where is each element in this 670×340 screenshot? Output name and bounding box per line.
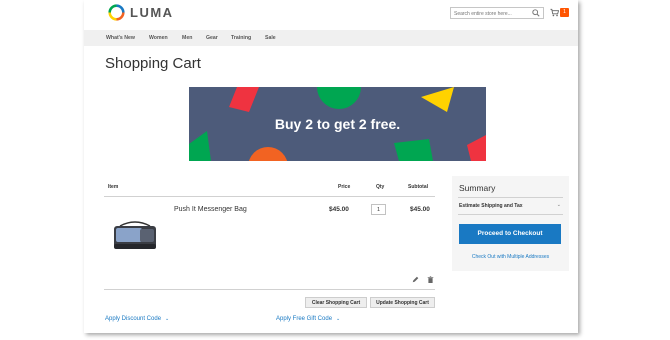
page-title: Shopping Cart xyxy=(105,55,201,72)
nav-item-women[interactable]: Women xyxy=(149,30,168,46)
header: LUMA 1 xyxy=(84,0,578,30)
nav-item-training[interactable]: Training xyxy=(231,30,251,46)
main-nav: What's New Women Men Gear Training Sale xyxy=(84,30,578,46)
cart-summary: Summary Estimate Shipping and Tax ⌄ Proc… xyxy=(452,176,569,271)
banner-shape-yellow xyxy=(421,87,454,112)
nav-item-sale[interactable]: Sale xyxy=(265,30,276,46)
search-icon[interactable] xyxy=(532,9,540,17)
col-header-qty: Qty xyxy=(376,184,385,190)
logo[interactable]: LUMA xyxy=(108,4,174,21)
minicart[interactable]: 1 xyxy=(550,7,570,19)
multi-address-checkout-link[interactable]: Check Out with Multiple Addresses xyxy=(452,254,569,260)
col-header-subtotal: Subtotal xyxy=(408,184,428,190)
summary-divider-bottom xyxy=(458,214,563,215)
table-bottom-divider xyxy=(104,289,435,290)
cart-icon[interactable] xyxy=(550,8,559,17)
search-box[interactable] xyxy=(450,7,544,19)
summary-divider-top xyxy=(458,197,563,198)
discount-code-label: Apply Discount Code xyxy=(105,316,162,322)
banner-shape-green-left xyxy=(189,131,211,161)
banner-shape-orange xyxy=(248,147,288,161)
product-image[interactable] xyxy=(110,220,160,252)
estimate-shipping-toggle[interactable]: Estimate Shipping and Tax xyxy=(459,203,523,209)
chevron-down-icon[interactable]: ⌄ xyxy=(557,202,561,208)
banner-text: Buy 2 to get 2 free. xyxy=(274,116,401,132)
edit-icon[interactable] xyxy=(412,276,419,283)
update-cart-button[interactable]: Update Shopping Cart xyxy=(370,297,435,308)
col-header-price: Price xyxy=(338,184,351,190)
gift-code-label: Apply Free Gift Code xyxy=(276,316,333,322)
gift-code-toggle[interactable]: Apply Free Gift Code ⌄ xyxy=(276,316,340,322)
banner-shape-green-top xyxy=(317,87,361,109)
qty-input[interactable]: 1 xyxy=(371,204,386,215)
product-name[interactable]: Push It Messenger Bag xyxy=(174,206,247,213)
search-input[interactable] xyxy=(451,8,535,19)
chevron-down-icon: ⌄ xyxy=(165,316,170,322)
proceed-to-checkout-button[interactable]: Proceed to Checkout xyxy=(459,224,561,244)
banner-shape-red-right xyxy=(467,135,486,161)
trash-icon[interactable] xyxy=(427,276,434,283)
clear-cart-button[interactable]: Clear Shopping Cart xyxy=(305,297,367,308)
logo-text: LUMA xyxy=(130,5,174,20)
summary-title: Summary xyxy=(459,183,496,193)
cart-count-badge: 1 xyxy=(560,8,569,17)
discount-code-toggle[interactable]: Apply Discount Code ⌄ xyxy=(105,316,169,322)
nav-item-men[interactable]: Men xyxy=(182,30,192,46)
luma-logo-icon xyxy=(108,4,125,21)
page-frame: LUMA 1 What's New Women Men Gear Trainin… xyxy=(84,0,578,333)
chevron-down-icon: ⌄ xyxy=(336,316,341,322)
promo-banner[interactable]: Buy 2 to get 2 free. xyxy=(189,87,486,161)
nav-item-whats-new[interactable]: What's New xyxy=(106,30,135,46)
banner-shape-red xyxy=(229,87,259,112)
product-price: $45.00 xyxy=(329,206,349,213)
nav-item-gear[interactable]: Gear xyxy=(206,30,218,46)
table-header-divider xyxy=(104,196,435,197)
product-subtotal: $45.00 xyxy=(410,206,430,213)
col-header-item: Item xyxy=(108,184,119,190)
banner-shape-green-bottom xyxy=(394,139,433,161)
